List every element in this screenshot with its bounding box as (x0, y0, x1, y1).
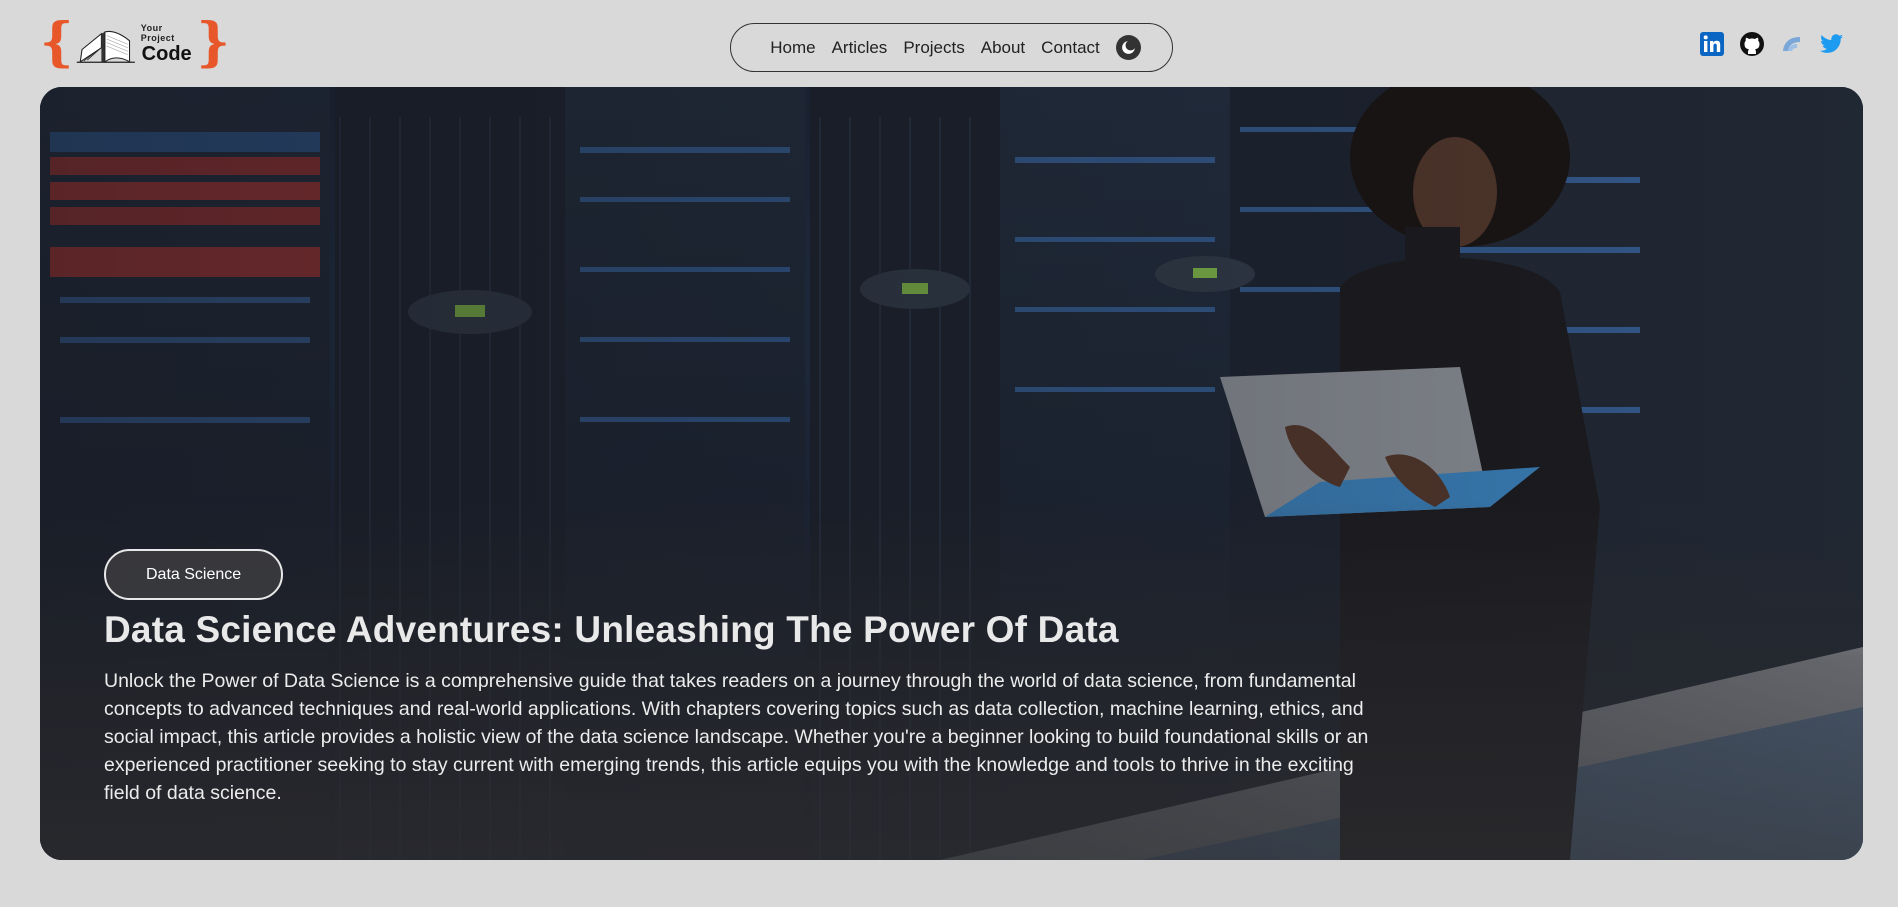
nav-home[interactable]: Home (762, 38, 823, 58)
github-icon[interactable] (1739, 31, 1765, 57)
nav-projects[interactable]: Projects (895, 38, 972, 58)
moon-icon (1121, 40, 1136, 54)
linkedin-icon[interactable] (1699, 31, 1725, 57)
site-logo[interactable]: { Your Project Code } (40, 16, 230, 70)
category-tag[interactable]: Data Science (104, 549, 284, 600)
article-title[interactable]: Data Science Adventures: Unleashing The … (104, 609, 1394, 651)
main-nav: Home Articles Projects About Contact (730, 23, 1173, 72)
hero-content: Data Science Data Science Adventures: Un… (104, 549, 1394, 807)
twitter-icon[interactable] (1819, 31, 1845, 57)
logo-small-text: Your Project (140, 22, 175, 43)
nav-contact[interactable]: Contact (1033, 38, 1108, 58)
logo-wordmark: Your Project Code (141, 23, 193, 64)
logo-big-text: Code (141, 42, 192, 65)
nav-articles[interactable]: Articles (824, 38, 896, 58)
site-header: { Your Project Code } Home Articles Proj… (0, 0, 1898, 87)
article-description: Unlock the Power of Data Science is a co… (104, 670, 1369, 804)
nav-about[interactable]: About (973, 38, 1033, 58)
featured-article-hero[interactable]: Data Science Data Science Adventures: Un… (40, 87, 1863, 860)
social-links (1699, 29, 1845, 59)
logo-brace-right: } (196, 12, 230, 73)
logo-brace-left: { (40, 12, 74, 73)
theme-toggle-button[interactable] (1115, 35, 1141, 60)
codepen-icon[interactable] (1779, 31, 1805, 57)
book-icon (77, 30, 136, 63)
